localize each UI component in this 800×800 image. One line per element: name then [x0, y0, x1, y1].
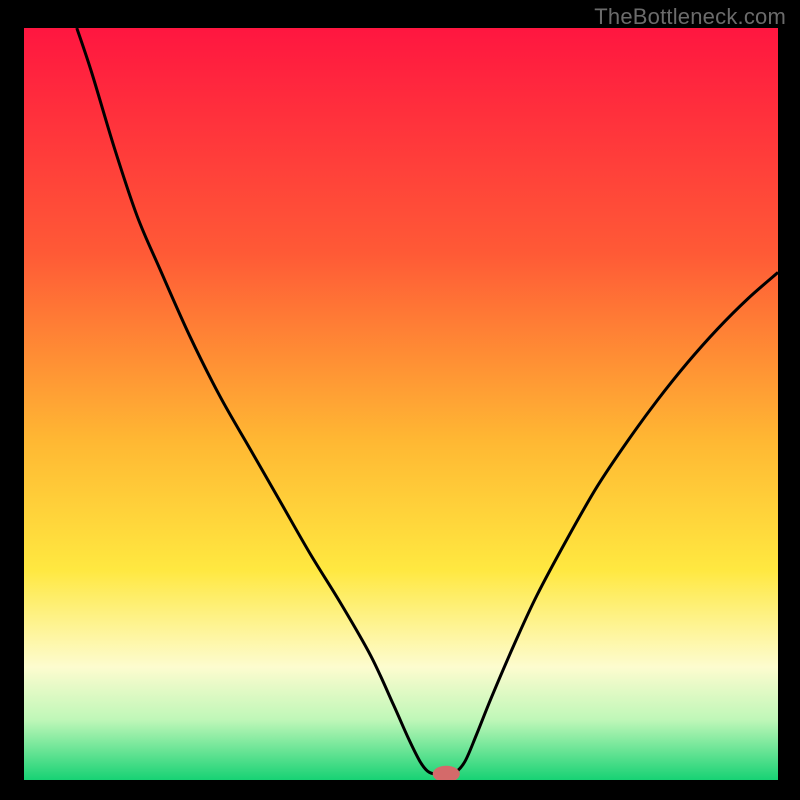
gradient-rect — [24, 28, 778, 780]
bottleneck-plot — [24, 28, 778, 780]
watermark-text: TheBottleneck.com — [594, 4, 786, 30]
plot-svg — [24, 28, 778, 780]
chart-frame: TheBottleneck.com — [0, 0, 800, 800]
